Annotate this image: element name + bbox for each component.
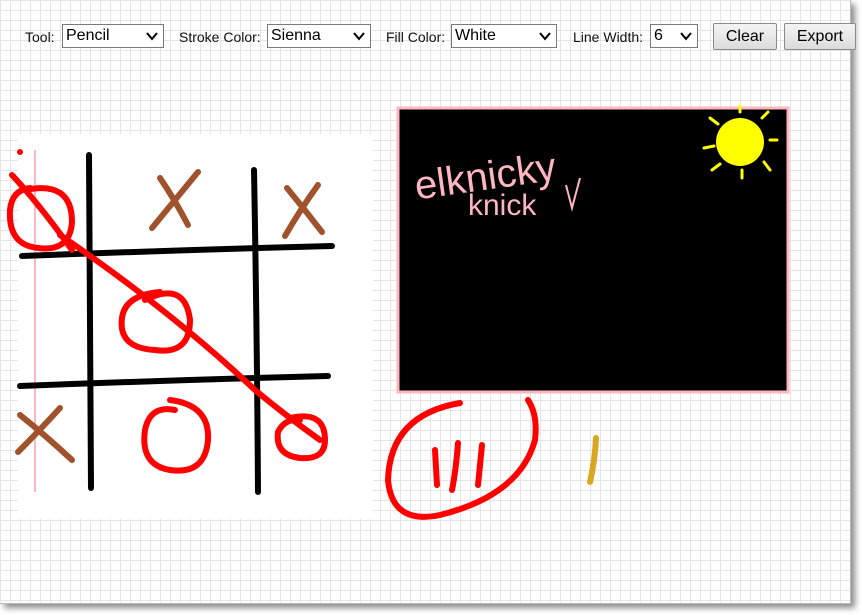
handwriting-line-2: knick bbox=[468, 189, 537, 222]
gold-stroke bbox=[587, 435, 599, 485]
drawing-canvas[interactable]: elknicky knick bbox=[0, 0, 862, 615]
